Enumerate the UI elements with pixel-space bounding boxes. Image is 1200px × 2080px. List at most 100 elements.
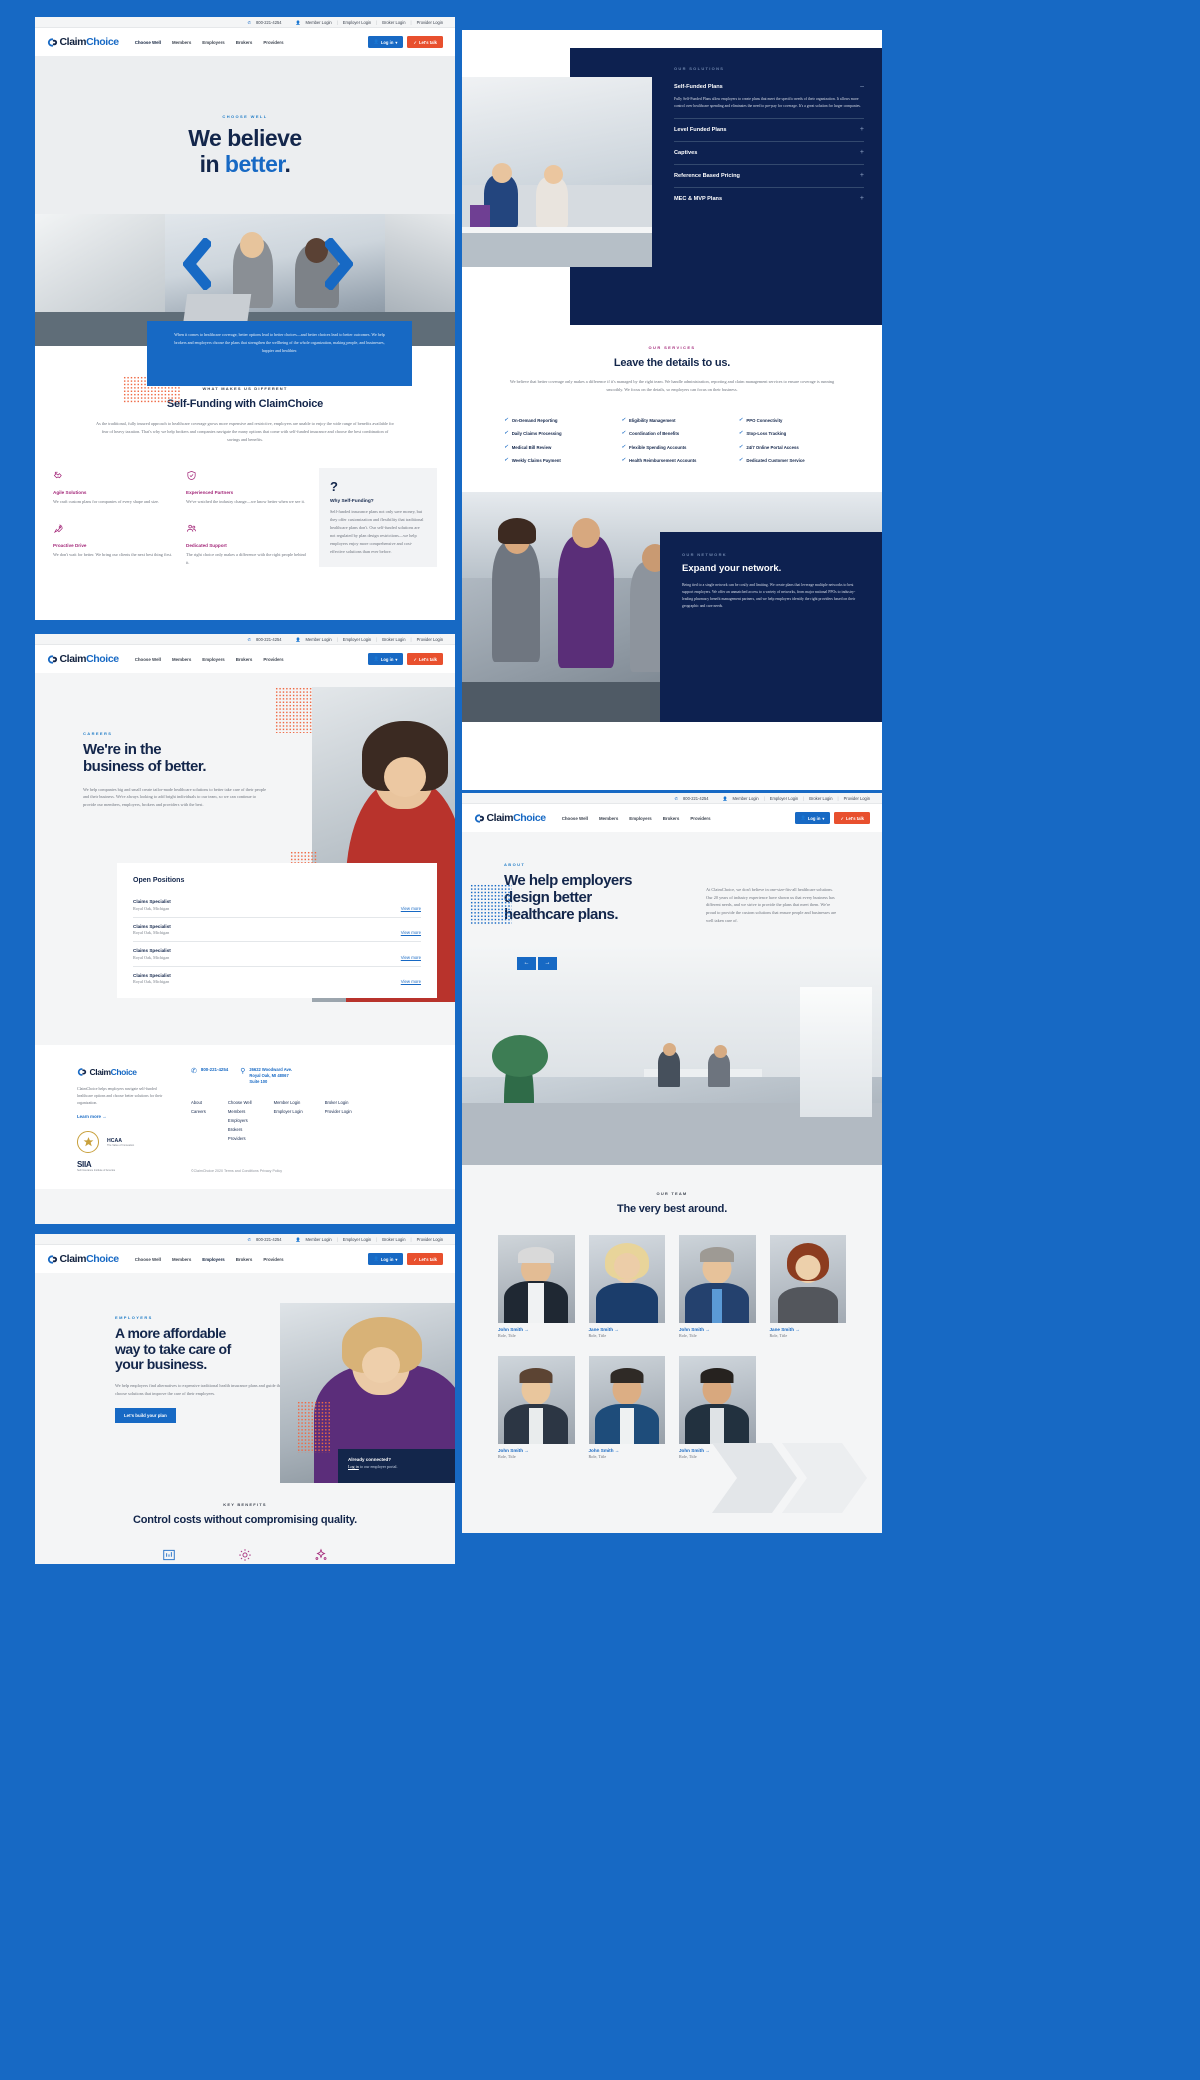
service-label: Eligibility Management xyxy=(629,417,676,423)
nav-item-choose-well[interactable]: Choose Well xyxy=(135,40,161,45)
nav-item-brokers[interactable]: Brokers xyxy=(236,1257,253,1262)
topbar-link-provider[interactable]: Provider Login xyxy=(844,796,870,801)
footer-phone[interactable]: ✆ 800-221-4254 xyxy=(191,1067,228,1085)
team-member-card[interactable]: John Smith → Role, Title xyxy=(498,1234,575,1338)
lets-talk-button[interactable]: ✓ Let's talk xyxy=(407,1253,443,1265)
nav-item-choose-well[interactable]: Choose Well xyxy=(135,657,161,662)
topbar-phone[interactable]: 800-221-4254 xyxy=(683,796,709,801)
nav-item-members[interactable]: Members xyxy=(172,657,191,662)
accordion-item-self-funded[interactable]: Self-Funded Plans – Fully Self-Funded Pl… xyxy=(674,71,864,120)
login-button[interactable]: 👤 Log in ▾ xyxy=(367,653,404,665)
slider-prev-button[interactable]: ← xyxy=(517,956,536,970)
topbar-link-broker[interactable]: Broker Login xyxy=(382,637,405,642)
nav-item-brokers[interactable]: Brokers xyxy=(236,657,253,662)
topbar-link-member[interactable]: Member Login xyxy=(306,20,332,25)
footer-link-members[interactable]: Members xyxy=(228,1108,252,1117)
login-button[interactable]: 👤 Log in ▾ xyxy=(367,36,404,48)
footer-link-broker-login[interactable]: Broker Login xyxy=(325,1099,352,1108)
logo[interactable]: ClaimChoice xyxy=(47,1253,119,1265)
position-view-more-link[interactable]: View more xyxy=(401,930,421,935)
nav-item-brokers[interactable]: Brokers xyxy=(236,40,253,45)
accordion-item-mec-mvp[interactable]: MEC & MVP Plans + xyxy=(674,188,864,210)
lets-talk-button[interactable]: ✓ Let's talk xyxy=(407,36,443,48)
logo[interactable]: ClaimChoice xyxy=(47,653,119,665)
topbar-phone[interactable]: 800-221-4254 xyxy=(256,1237,282,1242)
nav-buttons: 👤 Log in ▾ ✓ Let's talk xyxy=(794,812,870,824)
logo-text: ClaimChoice xyxy=(60,36,120,48)
nav-item-members[interactable]: Members xyxy=(599,816,618,821)
footer-link-about[interactable]: About xyxy=(191,1099,206,1108)
nav-item-providers[interactable]: Providers xyxy=(263,1257,283,1262)
accordion-item-captives[interactable]: Captives + xyxy=(674,142,864,166)
footer-link-providers[interactable]: Providers xyxy=(228,1135,252,1144)
position-row[interactable]: Claims Specialist Royal Oak, Michigan Vi… xyxy=(133,918,421,942)
team-member-card[interactable]: John Smith → Role, Title xyxy=(588,1355,665,1459)
team-member-card[interactable]: Jane Smith → Role, Title xyxy=(588,1234,665,1338)
topbar-link-member[interactable]: Member Login xyxy=(306,1237,332,1242)
nav-item-employers[interactable]: Employers xyxy=(629,816,651,821)
topbar-link-broker[interactable]: Broker Login xyxy=(382,20,405,25)
topbar-phone[interactable]: 800-221-4254 xyxy=(256,20,282,25)
nav-item-providers[interactable]: Providers xyxy=(263,657,283,662)
nav-item-employers[interactable]: Employers xyxy=(202,657,224,662)
footer-link-member-login[interactable]: Member Login xyxy=(274,1099,303,1108)
nav-item-members[interactable]: Members xyxy=(172,1257,191,1262)
topbar-link-broker[interactable]: Broker Login xyxy=(809,796,832,801)
topbar-link-member[interactable]: Member Login xyxy=(306,637,332,642)
chevron-right-icon[interactable] xyxy=(325,238,353,290)
chevron-left-icon[interactable] xyxy=(183,238,211,290)
footer-link-provider-login[interactable]: Provider Login xyxy=(325,1108,352,1117)
position-row[interactable]: Claims Specialist Royal Oak, Michigan Vi… xyxy=(133,893,421,918)
topbar-link-provider[interactable]: Provider Login xyxy=(417,1237,443,1242)
slider-next-button[interactable]: → xyxy=(538,956,557,970)
topbar-link-employer[interactable]: Employer Login xyxy=(343,637,371,642)
topbar-link-employer[interactable]: Employer Login xyxy=(343,1237,371,1242)
topbar-link-provider[interactable]: Provider Login xyxy=(417,20,443,25)
footer-link-brokers[interactable]: Brokers xyxy=(228,1126,252,1135)
connected-login-link[interactable]: Log in xyxy=(348,1464,359,1469)
nav-item-choose-well[interactable]: Choose Well xyxy=(135,1257,161,1262)
topbar-phone[interactable]: 800-221-4254 xyxy=(256,637,282,642)
service-item: ✓ Eligibility Management xyxy=(621,417,722,424)
position-view-more-link[interactable]: View more xyxy=(401,955,421,960)
footer-link-careers[interactable]: Careers xyxy=(191,1108,206,1117)
login-button[interactable]: 👤 Log in ▾ xyxy=(367,1253,404,1265)
lets-talk-button[interactable]: ✓ Let's talk xyxy=(407,653,443,665)
topbar-link-member[interactable]: Member Login xyxy=(733,796,759,801)
nav-item-members[interactable]: Members xyxy=(172,40,191,45)
nav-item-brokers[interactable]: Brokers xyxy=(663,816,680,821)
build-plan-button[interactable]: Let's build your plan xyxy=(115,1408,176,1424)
topbar-link-employer[interactable]: Employer Login xyxy=(343,20,371,25)
login-button[interactable]: 👤 Log in ▾ xyxy=(794,812,831,824)
team-member-card[interactable]: Jane Smith → Role, Title xyxy=(769,1234,846,1338)
gear-icon xyxy=(239,1549,251,1561)
logo[interactable]: ClaimChoice xyxy=(474,812,546,824)
footer-logo[interactable]: ClaimChoice xyxy=(77,1067,173,1077)
lets-talk-button[interactable]: ✓ Let's talk xyxy=(834,812,870,824)
nav-item-employers[interactable]: Employers xyxy=(202,1257,224,1262)
position-view-more-link[interactable]: View more xyxy=(401,906,421,911)
accordion-item-reference-pricing[interactable]: Reference Based Pricing + xyxy=(674,165,864,189)
positions-list: Claims Specialist Royal Oak, Michigan Vi… xyxy=(133,893,421,990)
position-view-more-link[interactable]: View more xyxy=(401,979,421,984)
position-row[interactable]: Claims Specialist Royal Oak, Michigan Vi… xyxy=(133,942,421,967)
team-member-card[interactable]: John Smith → Role, Title xyxy=(498,1355,575,1459)
nav-item-providers[interactable]: Providers xyxy=(263,40,283,45)
nav-item-choose-well[interactable]: Choose Well xyxy=(562,816,588,821)
footer-link-choose-well[interactable]: Choose Well xyxy=(228,1099,252,1108)
logo[interactable]: ClaimChoice xyxy=(47,36,119,48)
topbar-link-provider[interactable]: Provider Login xyxy=(417,637,443,642)
nav-item-employers[interactable]: Employers xyxy=(202,40,224,45)
topbar-link-broker[interactable]: Broker Login xyxy=(382,1237,405,1242)
footer-learn-more[interactable]: Learn more → xyxy=(77,1114,173,1119)
position-row[interactable]: Claims Specialist Royal Oak, Michigan Vi… xyxy=(133,967,421,991)
footer-link-employers[interactable]: Employers xyxy=(228,1117,252,1126)
user-icon: 👤 xyxy=(373,656,379,661)
team-title: The very best around. xyxy=(616,1202,728,1215)
team-member-card[interactable]: John Smith → Role, Title xyxy=(679,1234,756,1338)
nav-item-providers[interactable]: Providers xyxy=(690,816,710,821)
accordion-item-level-funded[interactable]: Level Funded Plans + xyxy=(674,119,864,143)
topbar-link-employer[interactable]: Employer Login xyxy=(770,796,798,801)
footer-link-employer-login[interactable]: Employer Login xyxy=(274,1108,303,1117)
check-icon: ✓ xyxy=(413,39,417,45)
